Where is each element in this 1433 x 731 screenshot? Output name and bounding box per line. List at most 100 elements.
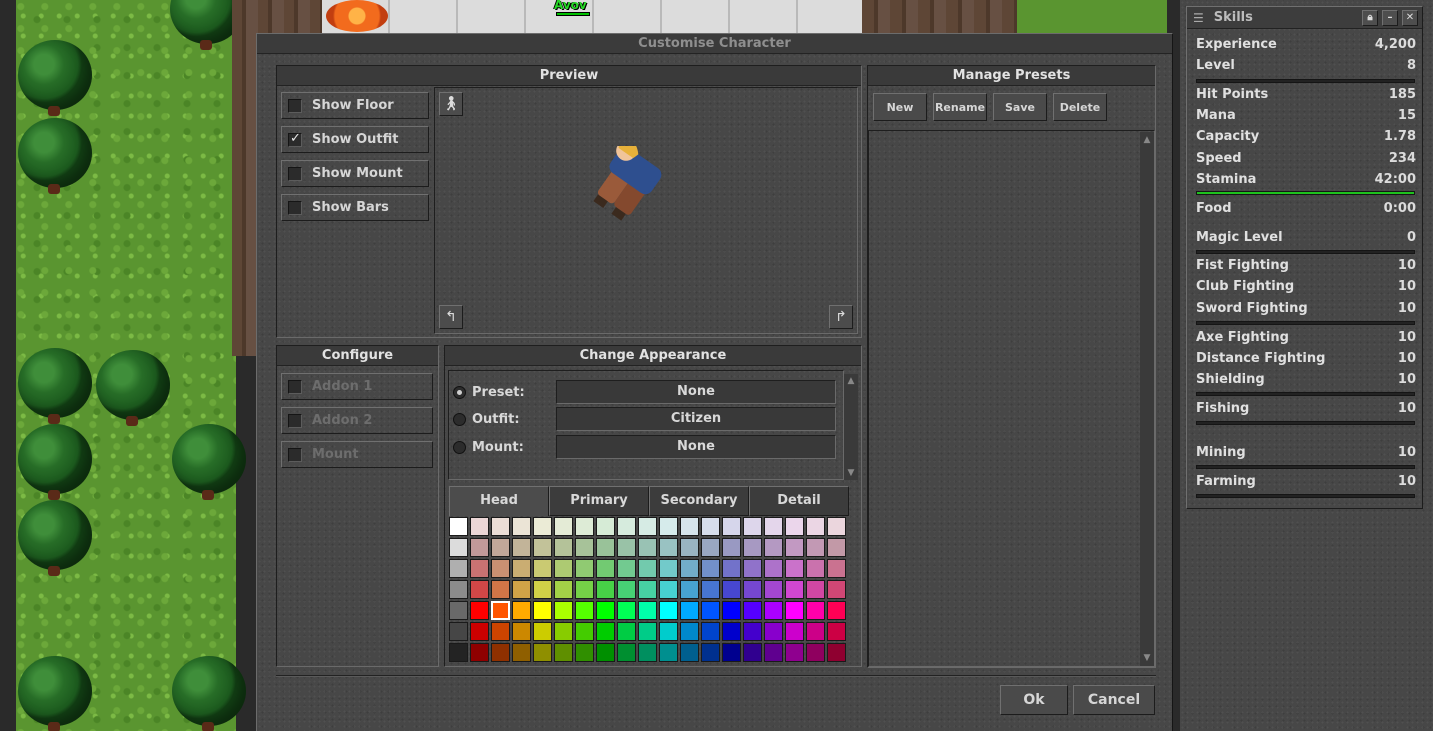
color-swatch[interactable]	[785, 517, 804, 536]
color-swatch[interactable]	[617, 643, 636, 662]
dialog-title[interactable]: Customise Character	[257, 34, 1172, 54]
color-swatch[interactable]	[617, 559, 636, 578]
color-swatch[interactable]	[491, 538, 510, 557]
tab-head[interactable]: Head	[449, 486, 549, 516]
show-outfit-checkbox[interactable]: Show Outfit	[281, 126, 429, 153]
color-swatch[interactable]	[722, 517, 741, 536]
skill-row[interactable]: Stamina 42:00	[1196, 172, 1416, 187]
color-swatch[interactable]	[449, 622, 468, 641]
scroll-up-icon[interactable]: ▲	[1141, 134, 1153, 146]
color-swatch[interactable]	[470, 622, 489, 641]
color-swatch[interactable]	[491, 643, 510, 662]
skill-row[interactable]: Axe Fighting 10	[1196, 330, 1416, 345]
skill-row[interactable]: Fishing 10	[1196, 401, 1416, 416]
color-swatch[interactable]	[638, 601, 657, 620]
color-swatch[interactable]	[806, 538, 825, 557]
color-swatch[interactable]	[554, 580, 573, 599]
tab-secondary[interactable]: Secondary	[649, 486, 749, 516]
color-swatch[interactable]	[638, 559, 657, 578]
ok-button[interactable]: Ok	[1000, 685, 1068, 715]
color-swatch[interactable]	[470, 517, 489, 536]
color-swatch[interactable]	[512, 580, 531, 599]
color-swatch[interactable]	[575, 622, 594, 641]
radio-icon[interactable]	[453, 412, 466, 426]
color-swatch[interactable]	[659, 622, 678, 641]
color-swatch[interactable]	[659, 538, 678, 557]
color-swatch[interactable]	[617, 601, 636, 620]
color-swatch[interactable]	[659, 517, 678, 536]
skill-row[interactable]: Distance Fighting 10	[1196, 351, 1416, 366]
color-swatch[interactable]	[533, 538, 552, 557]
color-swatch[interactable]	[449, 580, 468, 599]
color-swatch[interactable]	[722, 559, 741, 578]
lock-icon[interactable]: 🔒︎	[1362, 9, 1378, 26]
color-swatch[interactable]	[554, 601, 573, 620]
scroll-up-icon[interactable]: ▲	[845, 375, 857, 387]
outfit-value-field[interactable]: Citizen	[556, 407, 836, 431]
skill-row[interactable]: Hit Points 185	[1196, 87, 1416, 102]
color-swatch[interactable]	[659, 643, 678, 662]
color-swatch[interactable]	[491, 580, 510, 599]
color-swatch[interactable]	[806, 601, 825, 620]
preset-option[interactable]: Preset: None	[453, 379, 837, 405]
color-swatch[interactable]	[659, 559, 678, 578]
color-swatch[interactable]	[533, 517, 552, 536]
mount-checkbox[interactable]: Mount	[281, 441, 433, 468]
color-swatch[interactable]	[827, 517, 846, 536]
color-swatch[interactable]	[491, 517, 510, 536]
color-swatch[interactable]	[722, 538, 741, 557]
scroll-down-icon[interactable]: ▼	[845, 467, 857, 479]
color-swatch[interactable]	[617, 517, 636, 536]
addon1-checkbox[interactable]: Addon 1	[281, 373, 433, 400]
color-swatch[interactable]	[449, 601, 468, 620]
color-swatch[interactable]	[722, 643, 741, 662]
color-swatch[interactable]	[596, 580, 615, 599]
color-swatch[interactable]	[743, 559, 762, 578]
color-swatch[interactable]	[743, 580, 762, 599]
color-swatch[interactable]	[449, 643, 468, 662]
outfit-option[interactable]: Outfit: Citizen	[453, 406, 837, 432]
color-swatch[interactable]	[785, 559, 804, 578]
rotate-right-icon[interactable]: ↱	[829, 305, 853, 329]
color-swatch[interactable]	[701, 601, 720, 620]
color-swatch[interactable]	[785, 622, 804, 641]
color-swatch[interactable]	[743, 601, 762, 620]
skill-row[interactable]: Shielding 10	[1196, 372, 1416, 387]
color-swatch[interactable]	[596, 622, 615, 641]
radio-selected-icon[interactable]	[453, 385, 466, 399]
color-swatch[interactable]	[617, 622, 636, 641]
save-preset-button[interactable]: Save	[993, 93, 1047, 121]
skill-row[interactable]: Club Fighting 10	[1196, 279, 1416, 294]
color-swatch[interactable]	[638, 643, 657, 662]
color-swatch[interactable]	[827, 601, 846, 620]
color-swatch[interactable]	[785, 601, 804, 620]
preset-scrollbar[interactable]: ▲ ▼	[1140, 132, 1154, 666]
color-swatch[interactable]	[596, 643, 615, 662]
color-swatch[interactable]	[533, 601, 552, 620]
preset-list[interactable]	[868, 130, 1155, 667]
skill-row[interactable]: Mana 15	[1196, 108, 1416, 123]
color-swatch[interactable]	[575, 538, 594, 557]
color-swatch[interactable]	[575, 601, 594, 620]
color-swatch[interactable]	[470, 643, 489, 662]
color-swatch[interactable]	[785, 643, 804, 662]
color-swatch[interactable]	[806, 643, 825, 662]
skill-row[interactable]: Food 0:00	[1196, 201, 1416, 216]
color-swatch[interactable]	[722, 622, 741, 641]
color-swatch[interactable]	[764, 580, 783, 599]
color-swatch[interactable]	[806, 580, 825, 599]
tab-detail[interactable]: Detail	[749, 486, 849, 516]
color-swatch[interactable]	[638, 622, 657, 641]
color-swatch[interactable]	[701, 538, 720, 557]
color-swatch[interactable]	[827, 643, 846, 662]
color-swatch[interactable]	[596, 517, 615, 536]
color-swatch[interactable]	[554, 517, 573, 536]
color-swatch[interactable]	[617, 580, 636, 599]
color-swatch[interactable]	[575, 643, 594, 662]
color-swatch[interactable]	[764, 622, 783, 641]
color-swatch[interactable]	[617, 538, 636, 557]
skill-row[interactable]: Fist Fighting 10	[1196, 258, 1416, 273]
skill-row[interactable]: Farming 10	[1196, 474, 1416, 489]
mount-option[interactable]: Mount: None	[453, 434, 837, 460]
color-swatch[interactable]	[638, 538, 657, 557]
